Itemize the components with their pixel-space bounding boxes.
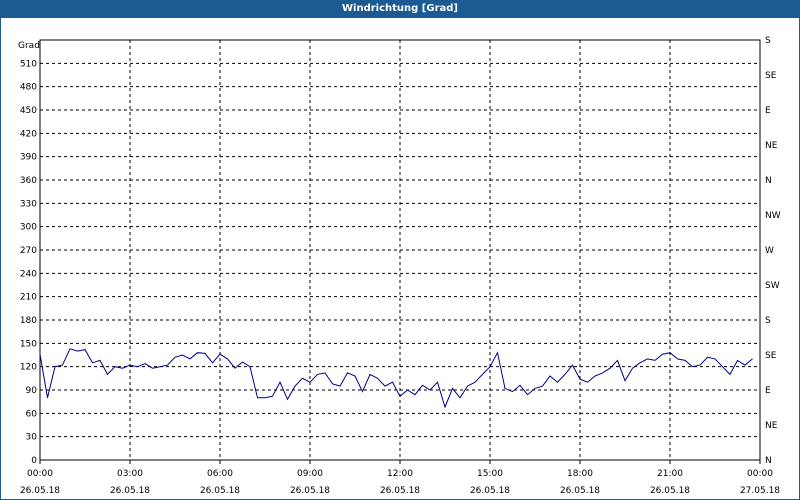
x-tick-date-label: 26.05.18 [290,486,330,496]
x-tick-date-label: 27.05.18 [740,486,780,496]
right-axis-compass-label: NE [765,421,778,431]
y-tick-label: 180 [20,316,37,326]
x-tick-time-label: 06:00 [207,469,233,479]
y-tick-label: 210 [20,293,37,303]
x-tick-date-label: 26.05.18 [110,486,150,496]
right-axis-compass-label: N [765,176,772,186]
x-tick-date-label: 26.05.18 [560,486,600,496]
y-axis-title: Grad [18,41,40,51]
x-tick-date-label: 26.05.18 [650,486,690,496]
right-axis-compass-label: NE [765,141,778,151]
right-axis-compass-label: W [765,246,774,256]
x-tick-time-label: 00:00 [747,469,773,479]
x-tick-date-label: 26.05.18 [200,486,240,496]
right-axis-compass-label: S [765,316,771,326]
right-axis-compass-label: S [765,36,771,46]
x-tick-date-label: 26.05.18 [470,486,510,496]
y-tick-label: 120 [20,363,37,373]
wind-direction-chart: 0 30 60 90 120 150 180 210 240 270 300 330 360 390 420… [18,36,781,496]
y-tick-label: 150 [20,339,37,349]
y-tick-label: 480 [20,83,37,93]
right-axis-compass-label: NW [765,211,781,221]
y-tick-label: 60 [26,409,38,419]
x-tick-time-label: 15:00 [477,469,503,479]
y-tick-label: 270 [20,246,37,256]
wind-direction-series-line [39,348,753,409]
y-tick-label: 450 [20,106,37,116]
y-tick-label: 300 [20,223,37,233]
y-tick-label: 330 [20,199,37,209]
y-tick-label: 90 [26,386,38,396]
y-tick-label: 360 [20,176,37,186]
y-tick-label: 0 [31,456,37,466]
right-axis-compass-label: E [765,106,771,116]
y-tick-label: 240 [20,269,37,279]
x-tick-time-label: 09:00 [297,469,323,479]
right-axis-compass-label: SW [765,281,780,291]
x-tick-time-label: 03:00 [117,469,143,479]
x-tick-time-label: 18:00 [567,469,593,479]
x-tick-date-label: 26.05.18 [380,486,420,496]
y-tick-label: 390 [20,153,37,163]
x-tick-time-label: 21:00 [657,469,683,479]
y-tick-label: 510 [20,59,37,69]
y-tick-label: 30 [26,433,38,443]
right-axis-compass-label: E [765,386,771,396]
x-tick-time-label: 00:00 [27,469,53,479]
x-tick-time-label: 12:00 [387,469,413,479]
right-axis-compass-label: N [765,456,772,466]
right-axis-compass-label: SE [765,71,777,81]
right-axis-compass-label: SE [765,351,777,361]
x-tick-date-label: 26.05.18 [20,486,60,496]
y-tick-label: 420 [20,129,37,139]
